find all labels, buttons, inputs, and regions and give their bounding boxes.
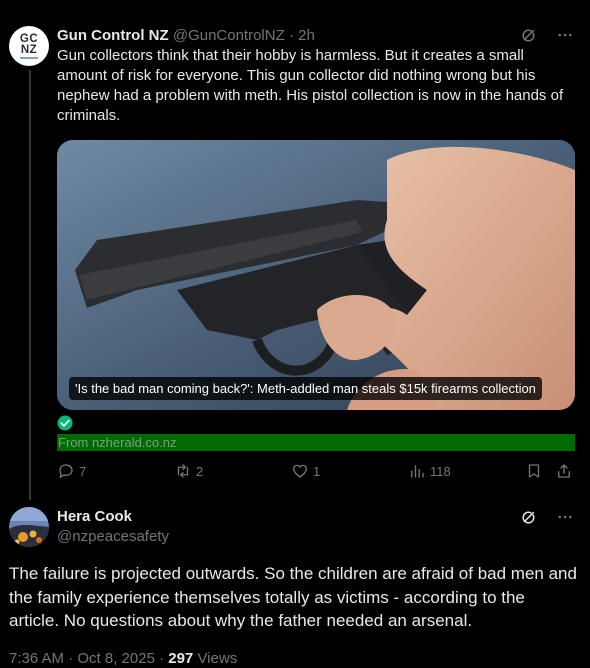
tweet-meta: 7:36 AM · Oct 8, 2025 · 297 Views bbox=[9, 649, 237, 668]
views-icon bbox=[411, 465, 424, 478]
views-button[interactable]: 118 bbox=[408, 462, 451, 480]
view-count: 118 bbox=[430, 463, 451, 479]
card-source[interactable]: From nzherald.co.nz bbox=[57, 434, 575, 451]
avatar[interactable] bbox=[9, 507, 49, 547]
bookmark-button[interactable] bbox=[525, 462, 543, 480]
grok-icon[interactable] bbox=[520, 26, 538, 44]
card-image bbox=[57, 140, 575, 410]
avatar[interactable]: GC NZ bbox=[9, 26, 49, 66]
handle[interactable]: @nzpeacesafety bbox=[57, 527, 169, 547]
card-title[interactable]: 'Is the bad man coming back?': Meth-addl… bbox=[69, 377, 542, 400]
tweet-actions: 7 2 1 118 bbox=[57, 462, 577, 484]
share-icon bbox=[558, 464, 570, 478]
grok-icon[interactable] bbox=[520, 508, 538, 526]
tweet-text: The failure is projected outwards. So th… bbox=[9, 564, 577, 630]
more-icon[interactable] bbox=[556, 26, 574, 44]
avatar-image bbox=[9, 507, 49, 547]
avatar-underline bbox=[20, 56, 38, 59]
views-label: Views bbox=[193, 650, 238, 667]
tweet-header: Gun Control NZ @GunControlNZ · 2h bbox=[57, 26, 315, 46]
tweet-text: Gun collectors think that their hobby is… bbox=[57, 47, 564, 124]
repost-button[interactable]: 2 bbox=[174, 462, 203, 480]
timestamp[interactable]: 7:36 AM · Oct 8, 2025 · bbox=[9, 650, 168, 667]
post-time[interactable]: 2h bbox=[298, 27, 315, 44]
more-icon[interactable] bbox=[556, 508, 574, 526]
reply-count: 7 bbox=[79, 463, 87, 479]
tweet-header-actions bbox=[520, 26, 574, 44]
avatar-text-bottom: NZ bbox=[20, 43, 38, 56]
display-name[interactable]: Hera Cook bbox=[57, 507, 132, 527]
repost-count: 2 bbox=[196, 463, 204, 479]
heart-icon bbox=[292, 464, 308, 478]
handle[interactable]: @GunControlNZ bbox=[173, 27, 285, 44]
reply-icon bbox=[59, 464, 73, 479]
separator: · bbox=[288, 27, 294, 44]
check-circle-icon bbox=[57, 415, 73, 431]
link-card[interactable]: 'Is the bad man coming back?': Meth-addl… bbox=[57, 140, 575, 410]
like-count: 1 bbox=[313, 463, 321, 479]
tweet-header-actions bbox=[520, 508, 574, 526]
like-button[interactable]: 1 bbox=[291, 462, 320, 480]
thread-connector-line bbox=[29, 70, 31, 500]
avatar-text-top: GC bbox=[19, 32, 39, 45]
share-button[interactable] bbox=[555, 462, 573, 480]
repost-icon bbox=[177, 464, 189, 478]
bookmark-icon bbox=[528, 464, 540, 478]
display-name[interactable]: Gun Control NZ bbox=[57, 27, 169, 44]
views-count: 297 bbox=[168, 650, 194, 667]
reply-button[interactable]: 7 bbox=[57, 462, 86, 480]
